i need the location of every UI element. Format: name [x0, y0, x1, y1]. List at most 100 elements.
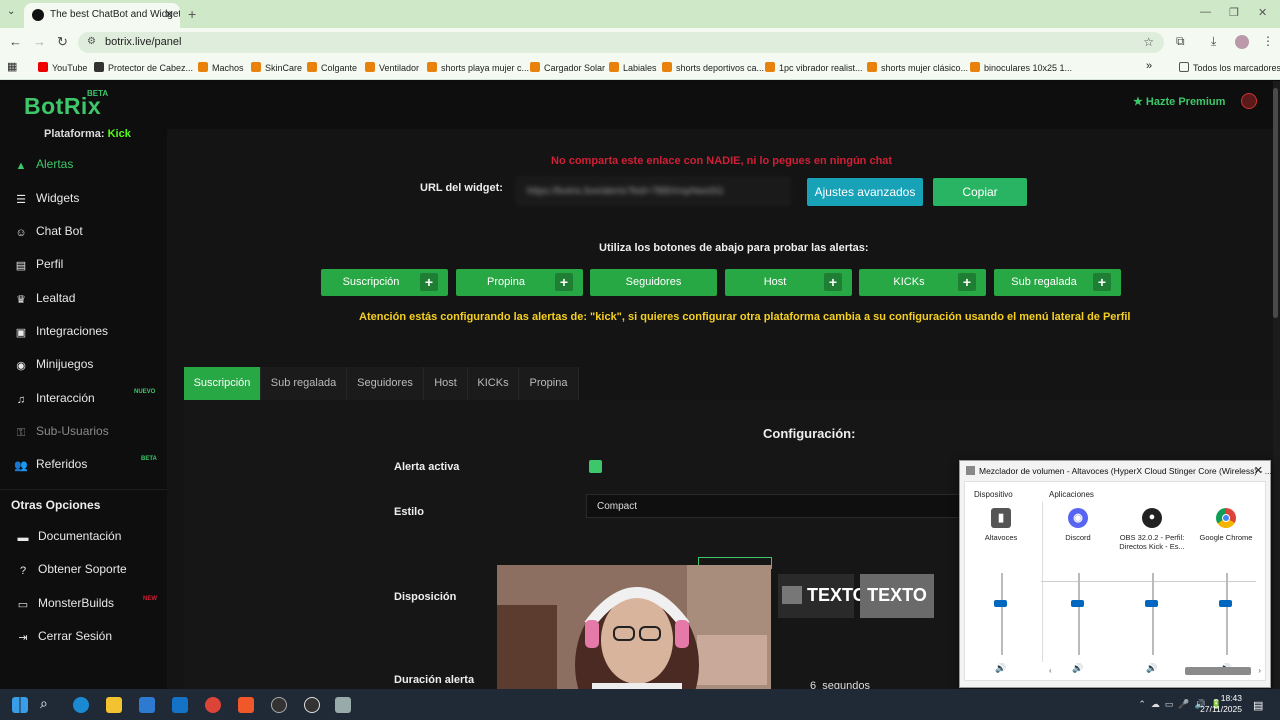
reload-icon[interactable]: ↻	[57, 34, 68, 50]
brave-icon[interactable]	[238, 697, 254, 713]
close-icon[interactable]: ✕	[1254, 464, 1263, 477]
sidebar-item-integraciones[interactable]: ▣ Integraciones	[14, 324, 164, 344]
address-bar[interactable]: ⚙ botrix.live/panel ☆	[78, 32, 1164, 53]
bookmark-item[interactable]: shorts playa mujer c...	[427, 62, 529, 73]
test-tip-button[interactable]: Propina +	[456, 269, 583, 296]
style-select[interactable]: Compact	[586, 494, 966, 518]
tab-host[interactable]: Host	[424, 367, 468, 400]
more-bookmarks-icon[interactable]: »	[1146, 60, 1152, 72]
new-tab-icon[interactable]: +	[188, 6, 196, 22]
all-bookmarks-folder[interactable]: Todos los marcadores	[1179, 62, 1280, 73]
site-info-icon[interactable]: ⚙	[87, 36, 96, 47]
volume-slider[interactable]	[1219, 600, 1232, 608]
profile-avatar[interactable]	[1235, 35, 1249, 49]
scrollbar-thumb[interactable]	[1273, 88, 1278, 318]
gamepad-icon: ◉	[16, 360, 26, 372]
scroll-right-icon[interactable]: ›	[1258, 666, 1261, 675]
menu-icon[interactable]: ⋮	[1262, 34, 1274, 48]
clock[interactable]: 18:43 27/11/2025	[1200, 693, 1242, 715]
back-icon[interactable]: ←	[9, 34, 22, 49]
test-subscription-button[interactable]: Suscripción +	[321, 269, 448, 296]
advanced-settings-button[interactable]: Ajustes avanzados	[807, 178, 923, 206]
chrome-icon[interactable]	[205, 697, 221, 713]
bookmark-star-icon[interactable]: ☆	[1143, 35, 1154, 49]
bookmark-item[interactable]: Cargador Solar	[530, 62, 605, 73]
volume-slider[interactable]	[1145, 600, 1158, 608]
mute-icon[interactable]: 🔊	[995, 663, 1006, 674]
bookmark-item[interactable]: 1pc vibrador realist...	[765, 62, 863, 73]
forward-icon[interactable]: →	[33, 34, 46, 49]
tab-propina[interactable]: Propina	[519, 367, 579, 400]
edge-icon[interactable]	[73, 697, 89, 713]
close-window-icon[interactable]: ✕	[1258, 6, 1267, 19]
obs-icon[interactable]	[304, 697, 320, 713]
start-icon[interactable]	[12, 697, 28, 713]
notifications-icon[interactable]: ▤	[1253, 699, 1263, 712]
top-header	[167, 81, 1273, 129]
bookmark-item[interactable]: binoculares 10x25 1...	[970, 62, 1072, 73]
volume-track	[1226, 573, 1228, 655]
restore-icon[interactable]: ❐	[1229, 6, 1239, 19]
volume-slider[interactable]	[994, 600, 1007, 608]
sidebar-item-sub-usuarios[interactable]: ⚿ Sub-Usuarios	[14, 424, 164, 444]
premium-link[interactable]: ★ Hazte Premium	[1133, 95, 1225, 108]
app-icon[interactable]	[271, 697, 287, 713]
sidebar-item-cerrar-sesion[interactable]: ⇥ Cerrar Sesión	[16, 629, 166, 649]
plus-icon: +	[555, 273, 573, 291]
copy-button[interactable]: Copiar	[933, 178, 1027, 206]
sidebar-item-chat-bot[interactable]: ☺ Chat Bot	[14, 224, 164, 244]
sidebar-item-minijuegos[interactable]: ◉ Minijuegos	[14, 357, 164, 377]
close-tab-icon[interactable]: ✕	[165, 8, 174, 21]
file-explorer-icon[interactable]	[106, 697, 122, 713]
test-kicks-button[interactable]: KICKs +	[859, 269, 986, 296]
widget-url-field[interactable]: https://botrix.live/alerts?bid=7BBXmpNws…	[516, 177, 790, 205]
minimize-icon[interactable]: —	[1200, 6, 1211, 18]
download-icon[interactable]: ⤓	[1211, 34, 1216, 49]
extensions-icon[interactable]: ⧉	[1176, 34, 1185, 49]
bookmark-item[interactable]: Machos	[198, 62, 244, 73]
bookmark-item[interactable]: YouTube	[38, 62, 87, 73]
section-divider	[1042, 502, 1043, 662]
list-icon: ☰	[16, 194, 26, 206]
test-host-button[interactable]: Host +	[725, 269, 852, 296]
sidebar-item-perfil[interactable]: ▤ Perfil	[14, 257, 164, 277]
app-icon[interactable]	[335, 697, 351, 713]
bookmark-item[interactable]: Labiales	[609, 62, 657, 73]
sidebar-item-soporte[interactable]: ? Obtener Soporte	[16, 562, 166, 582]
test-gifted-sub-button[interactable]: Sub regalada +	[994, 269, 1121, 296]
volume-slider[interactable]	[1071, 600, 1084, 608]
bookmark-item[interactable]: SkinCare	[251, 62, 302, 73]
user-avatar[interactable]	[1241, 93, 1257, 109]
outlook-icon[interactable]	[172, 697, 188, 713]
sidebar-item-lealtad[interactable]: ♛ Lealtad	[14, 291, 164, 311]
layout-option-text[interactable]: TEXTO	[860, 574, 934, 618]
help-icon: ?	[19, 565, 27, 577]
test-followers-button[interactable]: Seguidores	[590, 269, 717, 296]
browser-tab[interactable]: The best ChatBot and Widgets ✕	[24, 3, 180, 28]
sidebar-item-alertas[interactable]: ▲ Alertas	[14, 157, 164, 177]
tab-seguidores[interactable]: Seguidores	[347, 367, 424, 400]
mixer-horizontal-scrollbar[interactable]: ‹ ›	[1049, 666, 1265, 676]
bookmark-item[interactable]: Protector de Cabez...	[94, 62, 193, 73]
sidebar-item-documentacion[interactable]: ▬ Documentación	[16, 529, 166, 549]
bookmark-item[interactable]: Colgante	[307, 62, 357, 73]
bookmark-item[interactable]: Ventilador	[365, 62, 419, 73]
sidebar-item-widgets[interactable]: ☰ Widgets	[14, 191, 164, 211]
store-icon[interactable]	[139, 697, 155, 713]
alert-active-checkbox[interactable]	[589, 460, 602, 473]
scrollbar-thumb[interactable]	[1185, 667, 1251, 675]
platform-indicator: Plataforma: Kick	[44, 128, 131, 140]
tab-search-icon[interactable]: ⌄	[7, 6, 15, 17]
tab-suscripcion[interactable]: Suscripción	[184, 367, 261, 400]
page-scrollbar[interactable]	[1273, 81, 1280, 689]
bookmark-item[interactable]: shorts mujer clásico...	[867, 62, 968, 73]
tab-sub-regalada[interactable]: Sub regalada	[261, 367, 347, 400]
bookmark-item[interactable]: shorts deportivos ca...	[662, 62, 764, 73]
volume-track	[1078, 573, 1080, 655]
layout-option-image-text[interactable]: TEXTO	[778, 574, 867, 618]
scroll-left-icon[interactable]: ‹	[1049, 666, 1052, 675]
apps-grid-icon[interactable]: ▦	[7, 60, 17, 73]
trophy-icon: ♛	[16, 294, 26, 306]
search-icon[interactable]: ⌕	[40, 695, 56, 711]
tab-kicks[interactable]: KICKs	[468, 367, 519, 400]
